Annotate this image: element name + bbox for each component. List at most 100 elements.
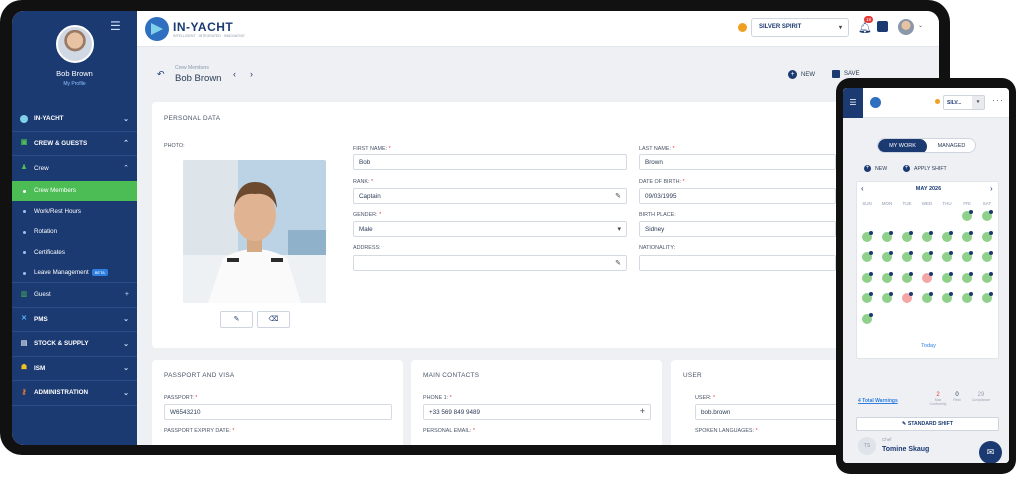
calendar-day[interactable] bbox=[922, 292, 933, 303]
gender-select[interactable]: Male ▾ bbox=[353, 221, 627, 237]
back-icon[interactable]: ↶ bbox=[157, 69, 165, 80]
calendar-day[interactable] bbox=[982, 271, 993, 283]
sidebar-sub-work-rest[interactable]: Work/Rest Hours bbox=[12, 201, 137, 222]
calendar-day[interactable] bbox=[862, 312, 873, 324]
sidebar-item-crew[interactable]: ♟ Crew ⌃ bbox=[12, 156, 137, 181]
apply-shift-button[interactable]: + APPLY SHIFT bbox=[903, 165, 947, 172]
phone-field[interactable]: +33 569 849 9489 + bbox=[423, 404, 651, 420]
calendar-day[interactable] bbox=[882, 292, 893, 303]
first-name-field[interactable]: Bob bbox=[353, 154, 627, 170]
user-field[interactable]: bob.brown bbox=[695, 404, 845, 420]
phone-frame: ☰ SILV... ▾ ··· MY WORK MANAGED + NEW + … bbox=[836, 78, 1016, 474]
calendar-day[interactable] bbox=[882, 230, 893, 242]
calendar-day[interactable] bbox=[862, 271, 873, 283]
last-name-field[interactable]: Brown bbox=[639, 154, 836, 170]
save-button[interactable]: SAVE bbox=[832, 70, 860, 78]
calendar-day[interactable] bbox=[902, 292, 913, 303]
tab-managed[interactable]: MANAGED bbox=[927, 139, 975, 152]
calendar-day[interactable] bbox=[942, 292, 953, 303]
calendar-day[interactable] bbox=[862, 251, 873, 262]
calendar-day[interactable] bbox=[982, 210, 993, 221]
nationality-field[interactable] bbox=[639, 255, 836, 271]
weekday-label: TUE bbox=[902, 201, 912, 206]
pencil-icon[interactable]: ✎ bbox=[615, 192, 621, 200]
next-record-icon[interactable]: › bbox=[250, 69, 253, 79]
edit-photo-button[interactable]: ✎ bbox=[220, 311, 253, 328]
calendar-icon[interactable] bbox=[877, 21, 888, 32]
phone-new-button[interactable]: + NEW bbox=[864, 165, 887, 172]
sidebar-sub-leave[interactable]: Leave Management BETA bbox=[12, 263, 137, 283]
sidebar-item-guest[interactable]: ▥ Guest + bbox=[12, 283, 137, 308]
calendar-day[interactable] bbox=[982, 292, 993, 303]
new-button[interactable]: + NEW bbox=[788, 70, 815, 79]
calendar-day[interactable] bbox=[922, 230, 933, 242]
plus-icon[interactable]: + bbox=[640, 406, 645, 416]
sidebar-sub-label: Rotation bbox=[34, 228, 58, 236]
sidebar-item-administration[interactable]: ⚷ ADMINISTRATION ⌄ bbox=[12, 381, 137, 406]
calendar-day[interactable] bbox=[962, 210, 973, 221]
sidebar-item-in-yacht[interactable]: IN-YACHT ⌄ bbox=[12, 107, 137, 132]
calendar-day[interactable] bbox=[862, 230, 873, 242]
sidebar-item-crew-guests[interactable]: ▣ CREW & GUESTS ⌃ bbox=[12, 132, 137, 156]
warning-stat: 0 Rest bbox=[953, 392, 961, 402]
total-warnings-link[interactable]: 4 Total Warnings bbox=[858, 398, 898, 404]
calendar-day[interactable] bbox=[882, 251, 893, 262]
bullet-icon bbox=[23, 189, 26, 193]
calendar-day[interactable] bbox=[942, 230, 953, 242]
calendar-day[interactable] bbox=[922, 251, 933, 262]
sidebar-sub-certificates[interactable]: Certificates bbox=[12, 242, 137, 263]
chevron-down-icon[interactable]: ⌄ bbox=[918, 22, 923, 29]
vessel-select[interactable]: SILVER SPIRIT ▾ bbox=[751, 18, 849, 37]
phone-vessel-select[interactable]: SILV... ▾ bbox=[943, 95, 985, 110]
crew-name[interactable]: Tomine Skaug bbox=[882, 446, 929, 453]
breadcrumb[interactable]: Crew Members bbox=[175, 65, 209, 71]
user-avatar[interactable] bbox=[898, 19, 914, 35]
calendar-day[interactable] bbox=[982, 251, 993, 262]
pencil-icon[interactable]: ✎ bbox=[615, 259, 621, 267]
prev-record-icon[interactable]: ‹ bbox=[233, 69, 236, 79]
hamburger-icon[interactable]: ☰ bbox=[110, 19, 121, 33]
calendar-day[interactable] bbox=[942, 251, 953, 262]
sidebar-item-pms[interactable]: ✕ PMS ⌄ bbox=[12, 308, 137, 332]
today-link[interactable]: Today bbox=[857, 343, 1000, 349]
calendar-day[interactable] bbox=[882, 271, 893, 283]
address-field[interactable]: ✎ bbox=[353, 255, 627, 271]
crew-guests-icon: ▣ bbox=[20, 139, 28, 147]
rank-field[interactable]: Captain ✎ bbox=[353, 188, 627, 204]
remove-photo-button[interactable]: ⌫ bbox=[257, 311, 290, 328]
calendar-day[interactable] bbox=[962, 271, 973, 283]
chat-icon[interactable]: ✉ bbox=[979, 441, 1002, 463]
calendar-day[interactable] bbox=[962, 292, 973, 303]
calendar-day[interactable] bbox=[902, 251, 913, 262]
address-label: ADDRESS: bbox=[353, 245, 381, 251]
sidebar-sub-crew-members[interactable]: Crew Members bbox=[12, 180, 137, 201]
calendar-day[interactable] bbox=[982, 230, 993, 242]
profile-avatar[interactable] bbox=[56, 25, 94, 63]
warnings-row: 4 Total Warnings 2 Max Conformity 0 Rest 2… bbox=[856, 390, 999, 412]
sidebar-item-ism[interactable]: ☗ ISM ⌄ bbox=[12, 357, 137, 381]
calendar-day[interactable] bbox=[902, 230, 913, 242]
calendar-day[interactable] bbox=[942, 271, 953, 283]
personal-email-label: PERSONAL EMAIL: * bbox=[423, 428, 475, 434]
next-month-icon[interactable]: › bbox=[990, 184, 993, 193]
more-icon[interactable]: ··· bbox=[992, 95, 1004, 105]
calendar-day[interactable] bbox=[862, 292, 873, 303]
birth-place-field[interactable]: Sidney bbox=[639, 221, 836, 237]
wrench-icon: ✕ bbox=[21, 315, 27, 323]
top-header: IN-YACHT INTELLIGENT · INTEGRATED · INNO… bbox=[137, 11, 939, 47]
calendar-day[interactable] bbox=[962, 230, 973, 242]
standard-shift-button[interactable]: ✎ STANDARD SHIFT bbox=[856, 417, 999, 431]
profile-link[interactable]: My Profile bbox=[12, 81, 137, 87]
tab-my-work[interactable]: MY WORK bbox=[878, 139, 927, 152]
beta-badge: BETA bbox=[91, 268, 108, 276]
work-tabs: MY WORK MANAGED bbox=[877, 138, 976, 153]
caret-down-icon: ▾ bbox=[617, 226, 621, 233]
passport-field[interactable]: W6543210 bbox=[164, 404, 392, 420]
calendar-day[interactable] bbox=[962, 251, 973, 262]
sidebar-item-stock[interactable]: ▤ STOCK & SUPPLY ⌄ bbox=[12, 332, 137, 357]
sidebar-sub-rotation[interactable]: Rotation bbox=[12, 222, 137, 243]
dob-field[interactable]: 09/03/1995 bbox=[639, 188, 836, 204]
calendar-day[interactable] bbox=[922, 271, 933, 283]
hamburger-icon[interactable]: ☰ bbox=[843, 88, 863, 118]
calendar-day[interactable] bbox=[902, 271, 913, 283]
